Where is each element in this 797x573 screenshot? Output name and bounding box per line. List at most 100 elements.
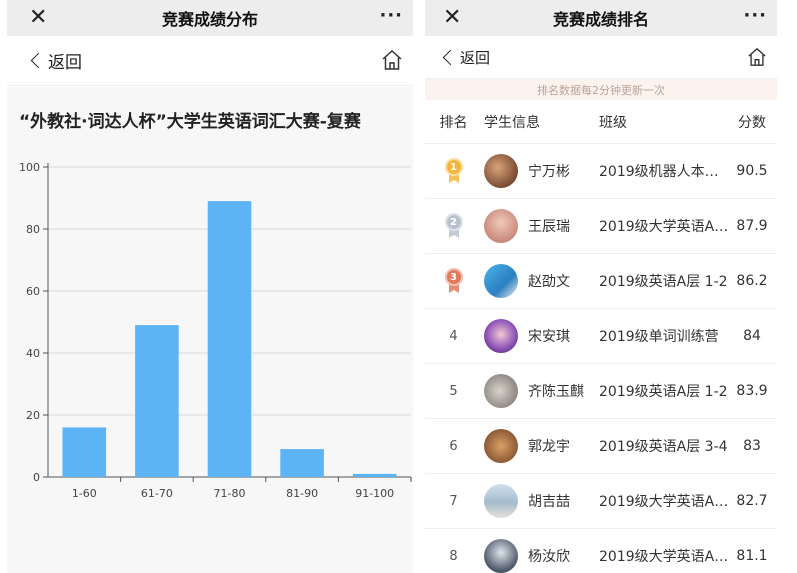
student-score: 81.1 <box>736 548 768 564</box>
student-name: 郭龙宇 <box>528 439 570 455</box>
x-tick-label: 61-70 <box>141 487 173 500</box>
rank-number: 4 <box>449 328 458 344</box>
student-class: 2019级英语A层 1-2 <box>599 274 727 290</box>
y-tick-label: 0 <box>33 471 40 484</box>
y-tick-label: 20 <box>26 409 40 422</box>
header-class: 班级 <box>599 114 627 131</box>
window-title: 竞赛成绩分布 <box>161 10 258 29</box>
avatar <box>484 154 518 188</box>
student-score: 83.9 <box>736 383 768 399</box>
back-label: 返回 <box>48 53 82 73</box>
avatar <box>484 539 518 573</box>
back-button[interactable]: 返回 <box>30 48 82 73</box>
window-title: 竞赛成绩排名 <box>552 10 649 29</box>
student-info: 赵劭文 <box>482 264 599 298</box>
student-name: 齐陈玉麒 <box>528 384 584 400</box>
ranking-row[interactable]: 8 杨汝欣 2019级大学英语A… 81.1 <box>425 529 777 573</box>
avatar <box>484 319 518 353</box>
screen: ✕ 竞赛成绩分布 ··· 返回 “外教社·词达人杯”大学生英语词汇大赛-复赛 0… <box>0 0 797 573</box>
rank-medal-icon: 3 <box>425 268 482 294</box>
student-name: 杨汝欣 <box>528 549 570 565</box>
rank-medal-icon: 2 <box>425 213 482 239</box>
student-name: 宁万彬 <box>528 164 570 180</box>
avatar <box>484 264 518 298</box>
y-tick-label: 80 <box>26 223 40 236</box>
medal-number: 3 <box>444 268 463 286</box>
medal-number: 2 <box>444 213 463 231</box>
student-score: 82.7 <box>736 493 768 509</box>
student-class: 2019级大学英语A… <box>599 549 727 565</box>
rank-number: 8 <box>449 548 458 564</box>
chart-area: “外教社·词达人杯”大学生英语词汇大赛-复赛 0 20 40 60 80 100 1-60 6… <box>7 87 413 573</box>
back-label: 返回 <box>460 48 491 67</box>
bar-chart: 0 20 40 60 80 100 1-60 61-70 71-80 81-90 91-100 <box>19 161 412 500</box>
chevron-left-icon <box>30 52 47 69</box>
ranking-row[interactable]: 3 赵劭文 2019级英语A层 1-2 86.2 <box>425 254 777 309</box>
x-tick-label: 81-90 <box>286 487 318 500</box>
y-tick-label: 100 <box>19 161 40 174</box>
student-info: 胡吉喆 <box>482 484 599 518</box>
avatar <box>484 484 518 518</box>
score-distribution-panel: ✕ 竞赛成绩分布 ··· 返回 “外教社·词达人杯”大学生英语词汇大赛-复赛 0… <box>7 0 413 573</box>
student-class: 2019级英语A层 3-4 <box>599 439 727 455</box>
student-class: 2019级机器人本… <box>599 164 719 180</box>
x-tick-label: 1-60 <box>72 487 97 500</box>
student-info: 齐陈玉麒 <box>482 374 599 408</box>
rank-number: 6 <box>449 438 458 454</box>
ranking-row[interactable]: 5 齐陈玉麒 2019级英语A层 1-2 83.9 <box>425 364 777 419</box>
close-icon[interactable]: ✕ <box>29 4 47 32</box>
update-notice: 排名数据每2分钟更新一次 <box>425 79 777 100</box>
student-info: 郭龙宇 <box>482 429 599 463</box>
nav-bar: 返回 <box>425 36 777 79</box>
header-score: 分数 <box>738 114 766 131</box>
student-name: 胡吉喆 <box>528 494 570 510</box>
student-info: 宋安琪 <box>482 319 599 353</box>
bar <box>280 449 324 477</box>
student-info: 宁万彬 <box>482 154 599 188</box>
student-score: 86.2 <box>736 273 768 289</box>
student-name: 王辰瑞 <box>528 219 570 235</box>
nav-bar: 返回 <box>7 36 413 86</box>
student-score: 84 <box>743 328 761 344</box>
ranking-row[interactable]: 2 王辰瑞 2019级大学英语A… 87.9 <box>425 199 777 254</box>
avatar <box>484 374 518 408</box>
student-name: 赵劭文 <box>528 274 570 290</box>
student-info: 杨汝欣 <box>482 539 599 573</box>
home-icon[interactable] <box>747 47 767 67</box>
ranking-row[interactable]: 6 郭龙宇 2019级英语A层 3-4 83 <box>425 419 777 474</box>
x-tick-label: 71-80 <box>214 487 246 500</box>
window-title-bar: ✕ 竞赛成绩分布 ··· <box>7 0 413 36</box>
student-class: 2019级大学英语A… <box>599 494 727 510</box>
student-info: 王辰瑞 <box>482 209 599 243</box>
rank-number: 5 <box>449 383 458 399</box>
header-student-info: 学生信息 <box>484 114 540 131</box>
rank-number: 7 <box>449 493 458 509</box>
more-options-icon[interactable]: ··· <box>379 4 403 28</box>
student-score: 90.5 <box>736 163 768 179</box>
avatar <box>484 429 518 463</box>
ranking-table-header: 排名 学生信息 班级 分数 <box>425 100 777 144</box>
close-icon[interactable]: ✕ <box>443 4 461 32</box>
bronze-medal-icon: 3 <box>444 268 463 294</box>
ranking-row[interactable]: 4 宋安琪 2019级单词训练营 84 <box>425 309 777 364</box>
avatar <box>484 209 518 243</box>
chevron-left-icon <box>442 49 459 65</box>
bar <box>352 473 397 477</box>
student-score: 87.9 <box>736 218 768 234</box>
student-name: 宋安琪 <box>528 329 570 345</box>
ranking-row[interactable]: 7 胡吉喆 2019级大学英语A… 82.7 <box>425 474 777 529</box>
y-tick-label: 40 <box>26 347 40 360</box>
ranking-list: 1 宁万彬 2019级机器人本… 90.5 2 王辰瑞 2019级大学英语A… 87.9 3 赵劭… <box>425 144 777 573</box>
window-title-bar: ✕ 竞赛成绩排名 ··· <box>425 0 777 36</box>
home-icon[interactable] <box>381 49 403 71</box>
x-tick-label: 91-100 <box>355 487 394 500</box>
student-class: 2019级英语A层 1-2 <box>599 384 727 400</box>
ranking-row[interactable]: 1 宁万彬 2019级机器人本… 90.5 <box>425 144 777 199</box>
medal-number: 1 <box>444 158 463 176</box>
y-tick-label: 60 <box>26 285 40 298</box>
silver-medal-icon: 2 <box>444 213 463 239</box>
rank-medal-icon: 1 <box>425 158 482 184</box>
more-options-icon[interactable]: ··· <box>743 4 767 28</box>
back-button[interactable]: 返回 <box>442 47 491 68</box>
gold-medal-icon: 1 <box>444 158 463 184</box>
